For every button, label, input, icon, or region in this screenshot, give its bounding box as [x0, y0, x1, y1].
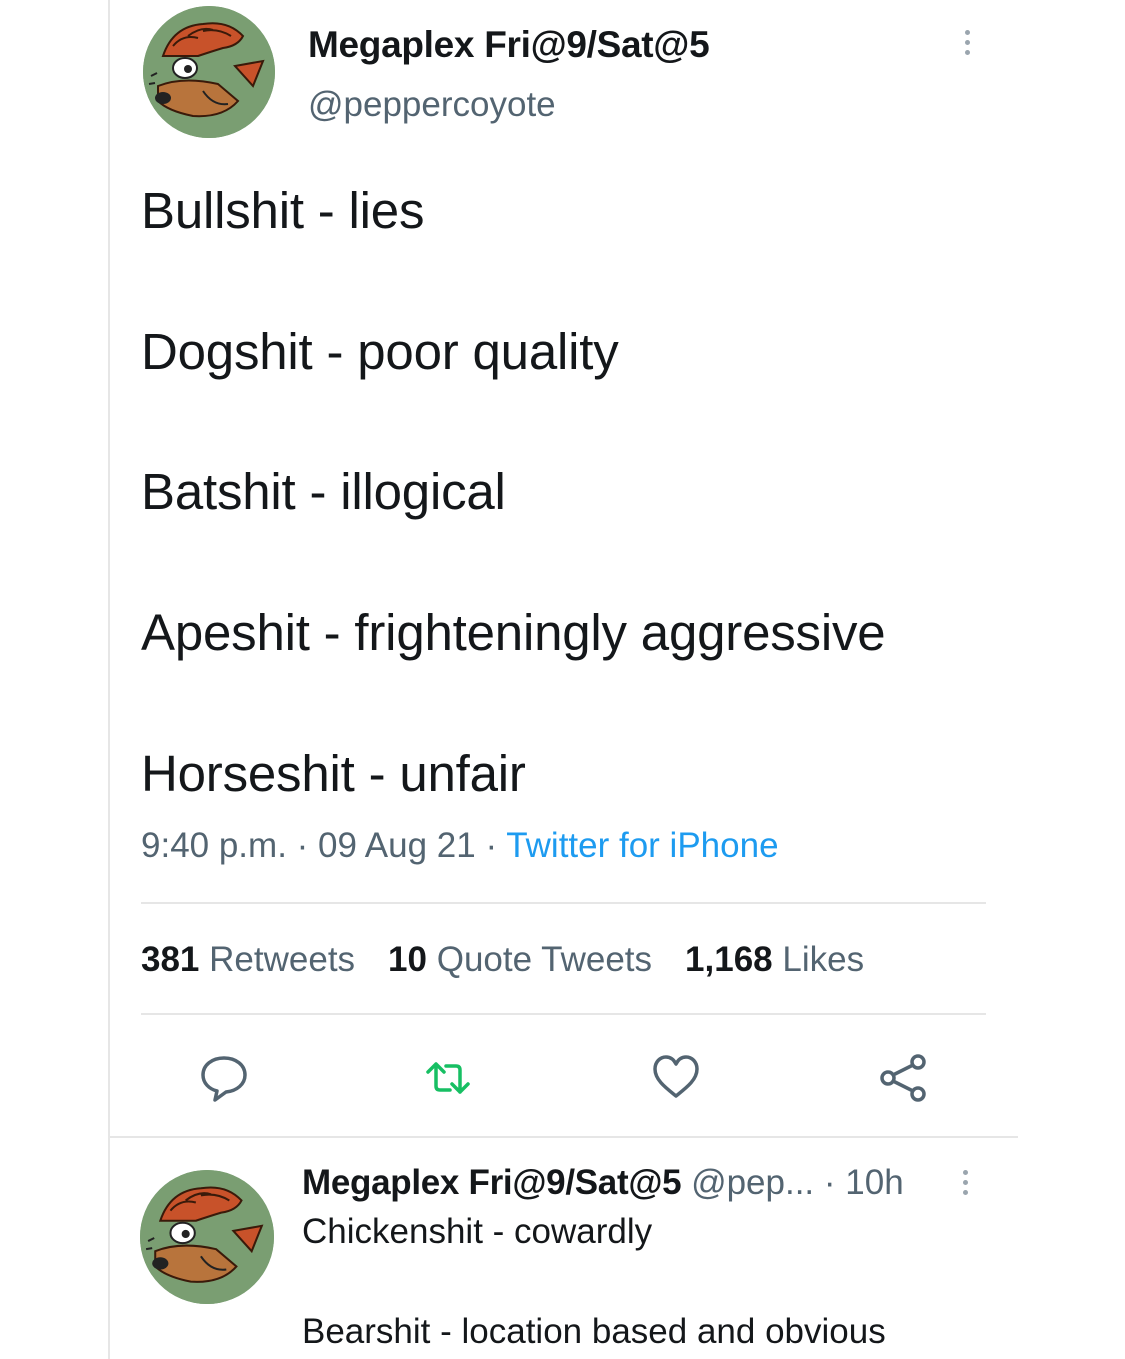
quotes-label: Quote Tweets: [436, 940, 653, 979]
retweets-label: Retweets: [209, 940, 356, 979]
left-border: [108, 0, 110, 1359]
reply-age[interactable]: 10h: [845, 1163, 903, 1202]
author-display-name[interactable]: Megaplex Fri@9/Sat@5: [308, 24, 710, 66]
reply-text-line: Chickenshit - cowardly: [302, 1212, 653, 1251]
divider: [110, 1136, 1018, 1138]
tweet-stats: 381 Retweets 10 Quote Tweets 1,168 Likes: [141, 940, 864, 980]
tweet-source-link[interactable]: Twitter for iPhone: [506, 826, 778, 865]
reply-icon: [201, 1056, 247, 1102]
meta-separator: ·: [485, 826, 498, 865]
reply-author-handle[interactable]: @pep...: [691, 1163, 814, 1202]
coyote-avatar-icon: [140, 1170, 274, 1304]
likes-label: Likes: [782, 940, 865, 979]
like-button[interactable]: [648, 1050, 704, 1106]
retweet-button[interactable]: [420, 1050, 476, 1106]
reply-header: Megaplex Fri@9/Sat@5 @pep... · 10h: [302, 1163, 904, 1203]
reply-button[interactable]: [196, 1050, 252, 1106]
tweet-text-line: Dogshit - poor quality: [141, 323, 619, 380]
share-button[interactable]: [876, 1050, 932, 1106]
tweet-text-line: Apeshit - frighteningly aggressive: [141, 604, 886, 661]
author-handle[interactable]: @peppercoyote: [308, 85, 556, 125]
divider: [141, 902, 986, 904]
retweet-icon: [426, 1062, 470, 1094]
heart-icon: [653, 1055, 699, 1098]
author-avatar[interactable]: [143, 6, 275, 138]
retweets-count: 381: [141, 940, 200, 979]
tweet-metadata: 9:40 p.m. · 09 Aug 21 · Twitter for iPho…: [141, 826, 779, 866]
reply-separator: ·: [823, 1163, 836, 1202]
more-options-icon[interactable]: [961, 30, 973, 55]
likes-count: 1,168: [685, 940, 773, 979]
divider: [141, 1013, 986, 1015]
meta-separator: ·: [296, 826, 309, 865]
retweets-stat[interactable]: 381 Retweets: [141, 940, 355, 980]
tweet-text-line: Bullshit - lies: [141, 182, 425, 239]
tweet-time[interactable]: 9:40 p.m.: [141, 826, 287, 865]
share-icon: [880, 1054, 926, 1102]
quotes-stat[interactable]: 10 Quote Tweets: [388, 940, 652, 980]
likes-stat[interactable]: 1,168 Likes: [685, 940, 864, 980]
tweet-text-line: Batshit - illogical: [141, 463, 506, 520]
tweet-date[interactable]: 09 Aug 21: [318, 826, 476, 865]
reply-more-options-icon[interactable]: [959, 1170, 971, 1195]
reply-author-name[interactable]: Megaplex Fri@9/Sat@5: [302, 1163, 682, 1202]
coyote-avatar-icon: [143, 6, 275, 138]
quotes-count: 10: [388, 940, 427, 979]
tweet-text-line: Horseshit - unfair: [141, 745, 526, 802]
reply-text-line: Bearshit - location based and obvious: [302, 1312, 886, 1351]
reply-author-avatar[interactable]: [140, 1170, 274, 1304]
